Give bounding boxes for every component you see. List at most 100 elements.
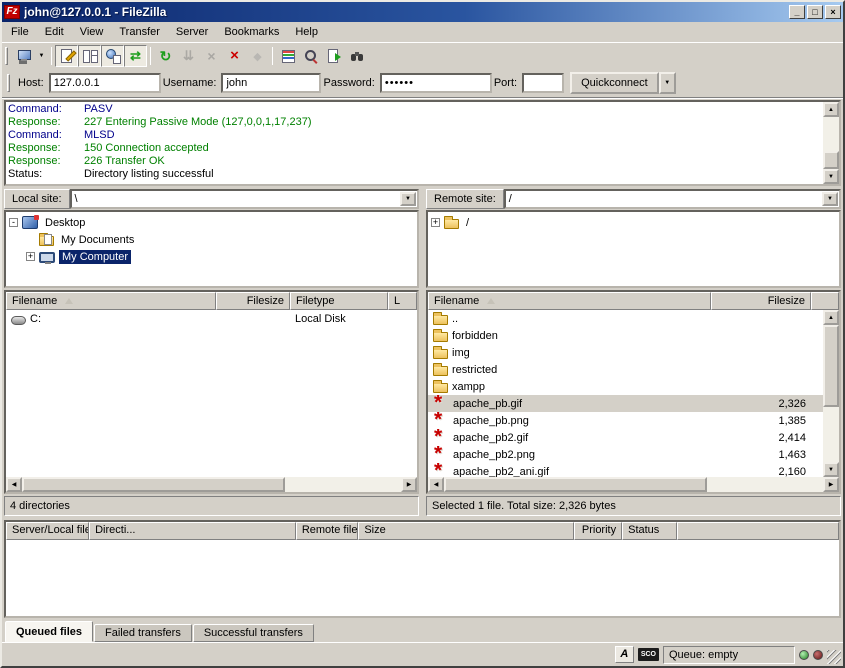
tree-expander[interactable]: - <box>9 218 18 227</box>
menu-item[interactable]: File <box>3 23 37 41</box>
remote-site-dropdown-button[interactable] <box>822 192 838 206</box>
file-row[interactable]: apache_pb2.png 1,463 <box>428 446 823 463</box>
titlebar[interactable]: john@127.0.0.1 - FileZilla _ □ × <box>2 2 843 22</box>
tree-expander[interactable]: + <box>26 252 35 261</box>
column-header-filesize[interactable]: Filesize <box>711 292 811 310</box>
queue-column-header[interactable]: Directi... <box>89 522 296 540</box>
column-header-filename[interactable]: Filename <box>6 292 216 310</box>
datatype-indicator-icon[interactable]: A <box>615 646 634 663</box>
tree-item[interactable]: + / <box>429 214 838 231</box>
log-vertical-scrollbar[interactable] <box>823 102 839 184</box>
process-queue-button[interactable] <box>177 45 200 67</box>
column-header-filename[interactable]: Filename <box>428 292 711 310</box>
refresh-button[interactable] <box>154 45 177 67</box>
tree-expander[interactable]: + <box>431 218 440 227</box>
scrollbar-thumb[interactable] <box>22 477 285 492</box>
resize-grip[interactable] <box>827 650 841 664</box>
queue-column-header[interactable]: Priority <box>574 522 622 540</box>
queue-tab[interactable]: Successful transfers <box>193 624 314 642</box>
file-row[interactable]: apache_pb2.gif 2,414 <box>428 429 823 446</box>
file-row[interactable]: apache_pb2_ani.gif 2,160 <box>428 463 823 477</box>
remote-horizontal-scrollbar[interactable] <box>428 477 839 492</box>
queue-column-header[interactable]: Remote file <box>296 522 358 540</box>
queue-column-header[interactable]: Server/Local file <box>6 522 89 540</box>
scroll-up-icon[interactable] <box>823 310 839 325</box>
toggle-remote-tree-button[interactable] <box>101 45 124 67</box>
disconnect-button[interactable] <box>223 45 246 67</box>
scrollbar-track[interactable] <box>823 325 839 462</box>
scrollbar-thumb[interactable] <box>823 151 839 169</box>
directory-comparison-button[interactable] <box>276 45 299 67</box>
file-row[interactable]: apache_pb.gif 2,326 <box>428 395 823 412</box>
reconnect-button[interactable] <box>246 45 269 67</box>
menu-item[interactable]: Edit <box>37 23 72 41</box>
scroll-left-icon[interactable] <box>6 477 22 492</box>
local-horizontal-scrollbar[interactable] <box>6 477 417 492</box>
remote-vertical-scrollbar[interactable] <box>823 310 839 477</box>
queue-body[interactable] <box>6 540 839 616</box>
queue-tab[interactable]: Failed transfers <box>94 624 192 642</box>
file-row[interactable]: apache_pb.png 1,385 <box>428 412 823 429</box>
menu-item[interactable]: Bookmarks <box>216 23 287 41</box>
scroll-left-icon[interactable] <box>428 477 444 492</box>
password-input[interactable] <box>380 73 492 93</box>
filter-button[interactable] <box>322 45 345 67</box>
tree-item[interactable]: My Documents <box>7 231 416 248</box>
file-row[interactable]: .. <box>428 310 823 327</box>
scroll-right-icon[interactable] <box>823 477 839 492</box>
synchronized-browsing-icon <box>303 48 319 64</box>
column-header-filetype[interactable]: Filetype <box>290 292 388 310</box>
local-site-dropdown-button[interactable] <box>400 192 416 206</box>
toggle-local-tree-button[interactable] <box>78 45 101 67</box>
menu-item[interactable]: Transfer <box>111 23 168 41</box>
queue-column-header[interactable] <box>677 522 839 540</box>
find-files-button[interactable] <box>345 45 368 67</box>
quickconnect-dropdown-button[interactable] <box>659 72 676 94</box>
site-manager-button[interactable] <box>12 45 35 67</box>
local-site-combo[interactable]: \ <box>70 189 419 209</box>
synchronized-browsing-button[interactable] <box>299 45 322 67</box>
column-header-filesize[interactable]: Filesize <box>216 292 290 310</box>
close-button[interactable]: × <box>825 5 841 19</box>
scroll-right-icon[interactable] <box>401 477 417 492</box>
menu-item[interactable]: Server <box>168 23 216 41</box>
local-rows[interactable]: C: Local Disk <box>6 310 417 477</box>
scroll-down-icon[interactable] <box>823 462 839 477</box>
menu-item[interactable]: Help <box>287 23 326 41</box>
scrollbar-thumb[interactable] <box>444 477 707 492</box>
file-row[interactable]: forbidden <box>428 327 823 344</box>
scrollbar-track[interactable] <box>285 477 401 492</box>
menu-item[interactable]: View <box>72 23 112 41</box>
file-row[interactable]: C: Local Disk <box>6 310 417 327</box>
username-input[interactable] <box>221 73 321 93</box>
column-header-lastmodified[interactable]: L <box>388 292 417 310</box>
file-row[interactable]: img <box>428 344 823 361</box>
tree-item[interactable]: + My Computer <box>7 248 416 265</box>
minimize-button[interactable]: _ <box>789 5 805 19</box>
site-manager-dropdown-button[interactable] <box>35 45 48 67</box>
host-input[interactable] <box>49 73 161 93</box>
toggle-message-log-button[interactable] <box>55 45 78 67</box>
toggle-transfer-queue-button[interactable] <box>124 45 147 67</box>
remote-rows[interactable]: .. forbidden img <box>428 310 823 477</box>
mode-indicator-icon[interactable]: SCO <box>638 648 659 661</box>
log-line-text: 150 Connection accepted <box>84 142 209 155</box>
quickconnect-button[interactable]: Quickconnect <box>570 72 659 94</box>
scrollbar-track[interactable] <box>707 477 823 492</box>
scroll-up-icon[interactable] <box>823 102 839 117</box>
queue-column-header[interactable]: Size <box>358 522 574 540</box>
queue-tab[interactable]: Queued files <box>5 621 93 642</box>
scroll-down-icon[interactable] <box>823 169 839 184</box>
tree-item[interactable]: - Desktop <box>7 214 416 231</box>
port-input[interactable] <box>522 73 564 93</box>
toolbar-grip[interactable] <box>5 47 8 65</box>
queue-column-header[interactable]: Status <box>622 522 677 540</box>
scrollbar-thumb[interactable] <box>823 325 839 407</box>
scrollbar-track[interactable] <box>823 117 839 169</box>
file-row[interactable]: xampp <box>428 378 823 395</box>
maximize-button[interactable]: □ <box>807 5 823 19</box>
quickconnect-grip[interactable] <box>7 74 10 92</box>
remote-site-combo[interactable]: / <box>504 189 841 209</box>
file-row[interactable]: restricted <box>428 361 823 378</box>
cancel-operation-button[interactable] <box>200 45 223 67</box>
